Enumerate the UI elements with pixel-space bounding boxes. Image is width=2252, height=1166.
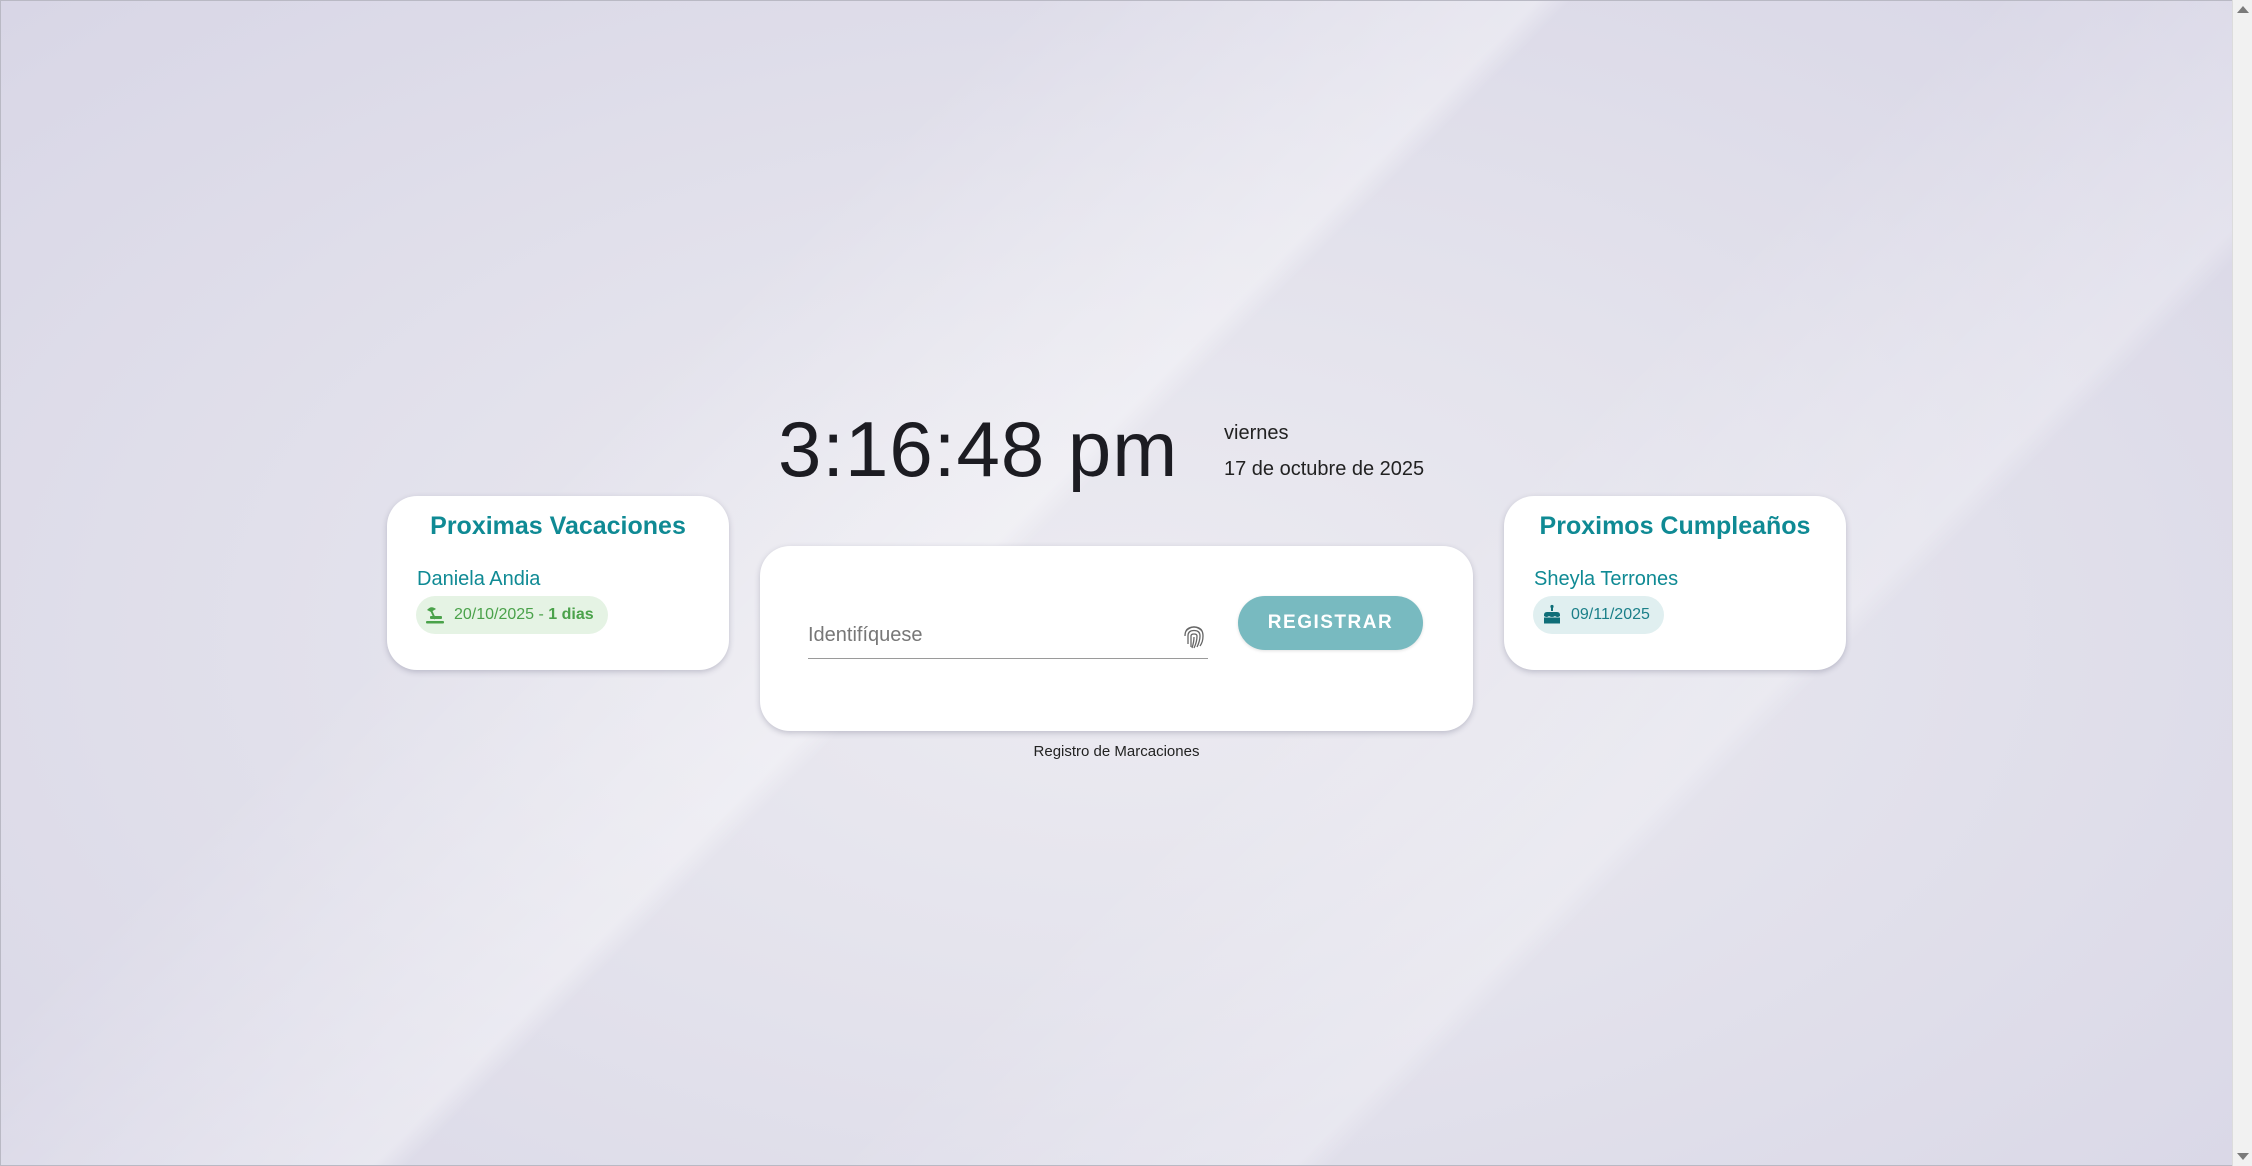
cake-icon	[1541, 604, 1563, 626]
birthday-date-chip: 09/11/2025	[1533, 596, 1664, 634]
vacations-card: Proximas Vacaciones Daniela Andia 20/10/…	[387, 496, 729, 670]
birthday-date: 09/11/2025	[1571, 606, 1650, 623]
fingerprint-icon	[1182, 622, 1206, 650]
vacations-title: Proximas Vacaciones	[430, 512, 686, 540]
birthdays-card: Proximos Cumpleaños Sheyla Terrones 09/1…	[1504, 496, 1846, 670]
scroll-down-icon[interactable]	[2237, 1153, 2249, 1160]
identify-field[interactable]: Identifíquese	[808, 618, 1208, 659]
scroll-up-icon[interactable]	[2237, 6, 2249, 13]
page-scrollbar[interactable]	[2232, 0, 2252, 1166]
identify-placeholder: Identifíquese	[808, 624, 923, 646]
vacation-separator: -	[534, 606, 549, 623]
vacation-days: 1 dias	[548, 606, 594, 623]
birthday-person-name: Sheyla Terrones	[1534, 568, 1679, 590]
vacation-date: 20/10/2025	[454, 606, 535, 623]
birthdays-title: Proximos Cumpleaños	[1539, 512, 1811, 540]
vacation-date-chip: 20/10/2025 - 1 dias	[416, 596, 608, 634]
vacation-person-name: Daniela Andia	[417, 568, 541, 590]
clock-date: 17 de octubre de 2025	[1224, 458, 1425, 480]
clock-time: 3:16:48 pm	[778, 405, 1179, 493]
clock-weekday: viernes	[1224, 422, 1289, 444]
beach-umbrella-icon	[424, 604, 446, 626]
register-caption: Registro de Marcaciones	[1033, 743, 1200, 760]
register-button[interactable]: REGISTRAR	[1238, 596, 1423, 650]
register-card: Identifíquese REGISTRAR	[760, 546, 1473, 731]
